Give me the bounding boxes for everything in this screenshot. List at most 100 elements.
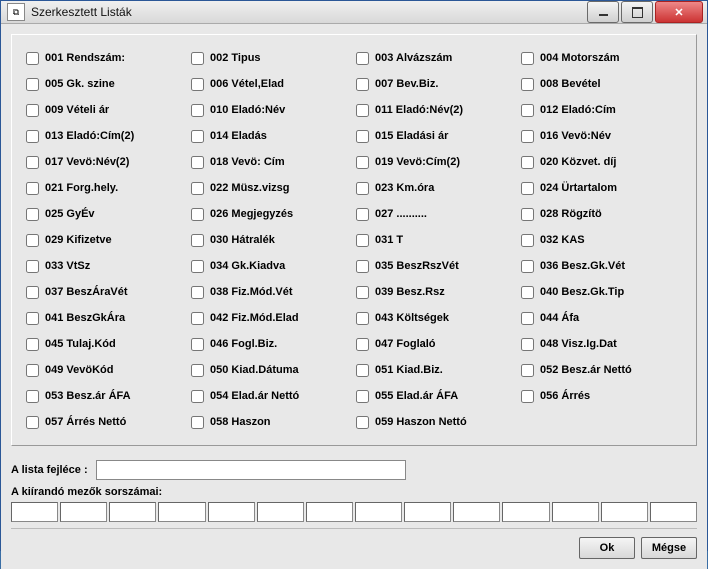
field-number-input[interactable] xyxy=(11,502,58,522)
field-item[interactable]: 041 BeszGkÁra xyxy=(24,305,189,331)
field-item[interactable]: 051 Kiad.Biz. xyxy=(354,357,519,383)
field-checkbox[interactable] xyxy=(191,234,204,247)
ok-button[interactable]: Ok xyxy=(579,537,635,559)
field-checkbox[interactable] xyxy=(356,416,369,429)
field-item[interactable]: 029 Kifizetve xyxy=(24,227,189,253)
field-number-input[interactable] xyxy=(601,502,648,522)
field-number-input[interactable] xyxy=(158,502,205,522)
field-checkbox[interactable] xyxy=(26,234,39,247)
field-checkbox[interactable] xyxy=(26,52,39,65)
field-checkbox[interactable] xyxy=(356,312,369,325)
field-checkbox[interactable] xyxy=(521,312,534,325)
field-checkbox[interactable] xyxy=(26,104,39,117)
field-checkbox[interactable] xyxy=(521,286,534,299)
field-checkbox[interactable] xyxy=(356,390,369,403)
field-item[interactable]: 044 Áfa xyxy=(519,305,684,331)
field-checkbox[interactable] xyxy=(26,78,39,91)
field-checkbox[interactable] xyxy=(26,390,39,403)
field-item[interactable]: 012 Eladó:Cím xyxy=(519,97,684,123)
field-item[interactable]: 032 KAS xyxy=(519,227,684,253)
field-number-input[interactable] xyxy=(257,502,304,522)
field-item[interactable]: 048 Visz.Ig.Dat xyxy=(519,331,684,357)
field-item[interactable]: 016 Vevö:Név xyxy=(519,123,684,149)
field-number-input[interactable] xyxy=(502,502,549,522)
field-item[interactable]: 022 Müsz.vizsg xyxy=(189,175,354,201)
field-checkbox[interactable] xyxy=(191,156,204,169)
close-button[interactable]: ✕ xyxy=(655,1,703,23)
field-checkbox[interactable] xyxy=(521,104,534,117)
field-number-input[interactable] xyxy=(355,502,402,522)
field-checkbox[interactable] xyxy=(521,52,534,65)
field-item[interactable]: 031 T xyxy=(354,227,519,253)
field-checkbox[interactable] xyxy=(191,364,204,377)
field-checkbox[interactable] xyxy=(356,234,369,247)
field-item[interactable]: 037 BeszÁraVét xyxy=(24,279,189,305)
field-item[interactable]: 021 Forg.hely. xyxy=(24,175,189,201)
field-checkbox[interactable] xyxy=(191,104,204,117)
field-item[interactable]: 033 VtSz xyxy=(24,253,189,279)
field-number-input[interactable] xyxy=(208,502,255,522)
field-number-input[interactable] xyxy=(109,502,156,522)
field-checkbox[interactable] xyxy=(521,130,534,143)
field-item[interactable]: 046 Fogl.Biz. xyxy=(189,331,354,357)
field-item[interactable]: 011 Eladó:Név(2) xyxy=(354,97,519,123)
field-item[interactable]: 043 Költségek xyxy=(354,305,519,331)
field-item[interactable]: 056 Árrés xyxy=(519,383,684,409)
field-checkbox[interactable] xyxy=(356,364,369,377)
field-item[interactable]: 014 Eladás xyxy=(189,123,354,149)
field-checkbox[interactable] xyxy=(191,286,204,299)
field-item[interactable]: 008 Bevétel xyxy=(519,71,684,97)
field-item[interactable]: 047 Foglaló xyxy=(354,331,519,357)
field-checkbox[interactable] xyxy=(521,390,534,403)
field-checkbox[interactable] xyxy=(191,78,204,91)
field-checkbox[interactable] xyxy=(26,130,39,143)
field-item[interactable]: 005 Gk. szine xyxy=(24,71,189,97)
field-checkbox[interactable] xyxy=(26,338,39,351)
field-checkbox[interactable] xyxy=(26,364,39,377)
field-item[interactable]: 042 Fiz.Mód.Elad xyxy=(189,305,354,331)
field-checkbox[interactable] xyxy=(356,156,369,169)
field-item[interactable]: 028 Rögzítö xyxy=(519,201,684,227)
list-header-input[interactable] xyxy=(96,460,406,480)
field-number-input[interactable] xyxy=(552,502,599,522)
field-item[interactable]: 019 Vevö:Cím(2) xyxy=(354,149,519,175)
field-number-input[interactable] xyxy=(650,502,697,522)
field-checkbox[interactable] xyxy=(521,78,534,91)
field-checkbox[interactable] xyxy=(26,416,39,429)
field-item[interactable]: 039 Besz.Rsz xyxy=(354,279,519,305)
field-checkbox[interactable] xyxy=(521,364,534,377)
field-checkbox[interactable] xyxy=(26,312,39,325)
field-item[interactable]: 049 VevöKód xyxy=(24,357,189,383)
field-item[interactable]: 052 Besz.ár Nettó xyxy=(519,357,684,383)
field-checkbox[interactable] xyxy=(356,182,369,195)
field-item[interactable]: 006 Vétel,Elad xyxy=(189,71,354,97)
field-item[interactable]: 007 Bev.Biz. xyxy=(354,71,519,97)
field-number-input[interactable] xyxy=(60,502,107,522)
field-checkbox[interactable] xyxy=(26,208,39,221)
field-checkbox[interactable] xyxy=(521,260,534,273)
field-item[interactable]: 009 Vételi ár xyxy=(24,97,189,123)
field-number-input[interactable] xyxy=(306,502,353,522)
field-checkbox[interactable] xyxy=(26,286,39,299)
field-item[interactable]: 059 Haszon Nettó xyxy=(354,409,519,435)
field-checkbox[interactable] xyxy=(26,182,39,195)
field-item[interactable]: 020 Közvet. díj xyxy=(519,149,684,175)
field-item[interactable]: 017 Vevö:Név(2) xyxy=(24,149,189,175)
field-checkbox[interactable] xyxy=(356,286,369,299)
field-item[interactable]: 025 GyÉv xyxy=(24,201,189,227)
field-item[interactable]: 050 Kiad.Dátuma xyxy=(189,357,354,383)
field-item[interactable]: 054 Elad.ár Nettó xyxy=(189,383,354,409)
field-item[interactable]: 026 Megjegyzés xyxy=(189,201,354,227)
field-item[interactable]: 034 Gk.Kiadva xyxy=(189,253,354,279)
field-checkbox[interactable] xyxy=(356,52,369,65)
field-checkbox[interactable] xyxy=(191,312,204,325)
field-item[interactable]: 038 Fiz.Mód.Vét xyxy=(189,279,354,305)
field-checkbox[interactable] xyxy=(191,416,204,429)
field-number-input[interactable] xyxy=(404,502,451,522)
field-item[interactable]: 035 BeszRszVét xyxy=(354,253,519,279)
field-checkbox[interactable] xyxy=(191,182,204,195)
field-checkbox[interactable] xyxy=(26,156,39,169)
field-item[interactable]: 058 Haszon xyxy=(189,409,354,435)
field-checkbox[interactable] xyxy=(521,208,534,221)
field-checkbox[interactable] xyxy=(356,208,369,221)
